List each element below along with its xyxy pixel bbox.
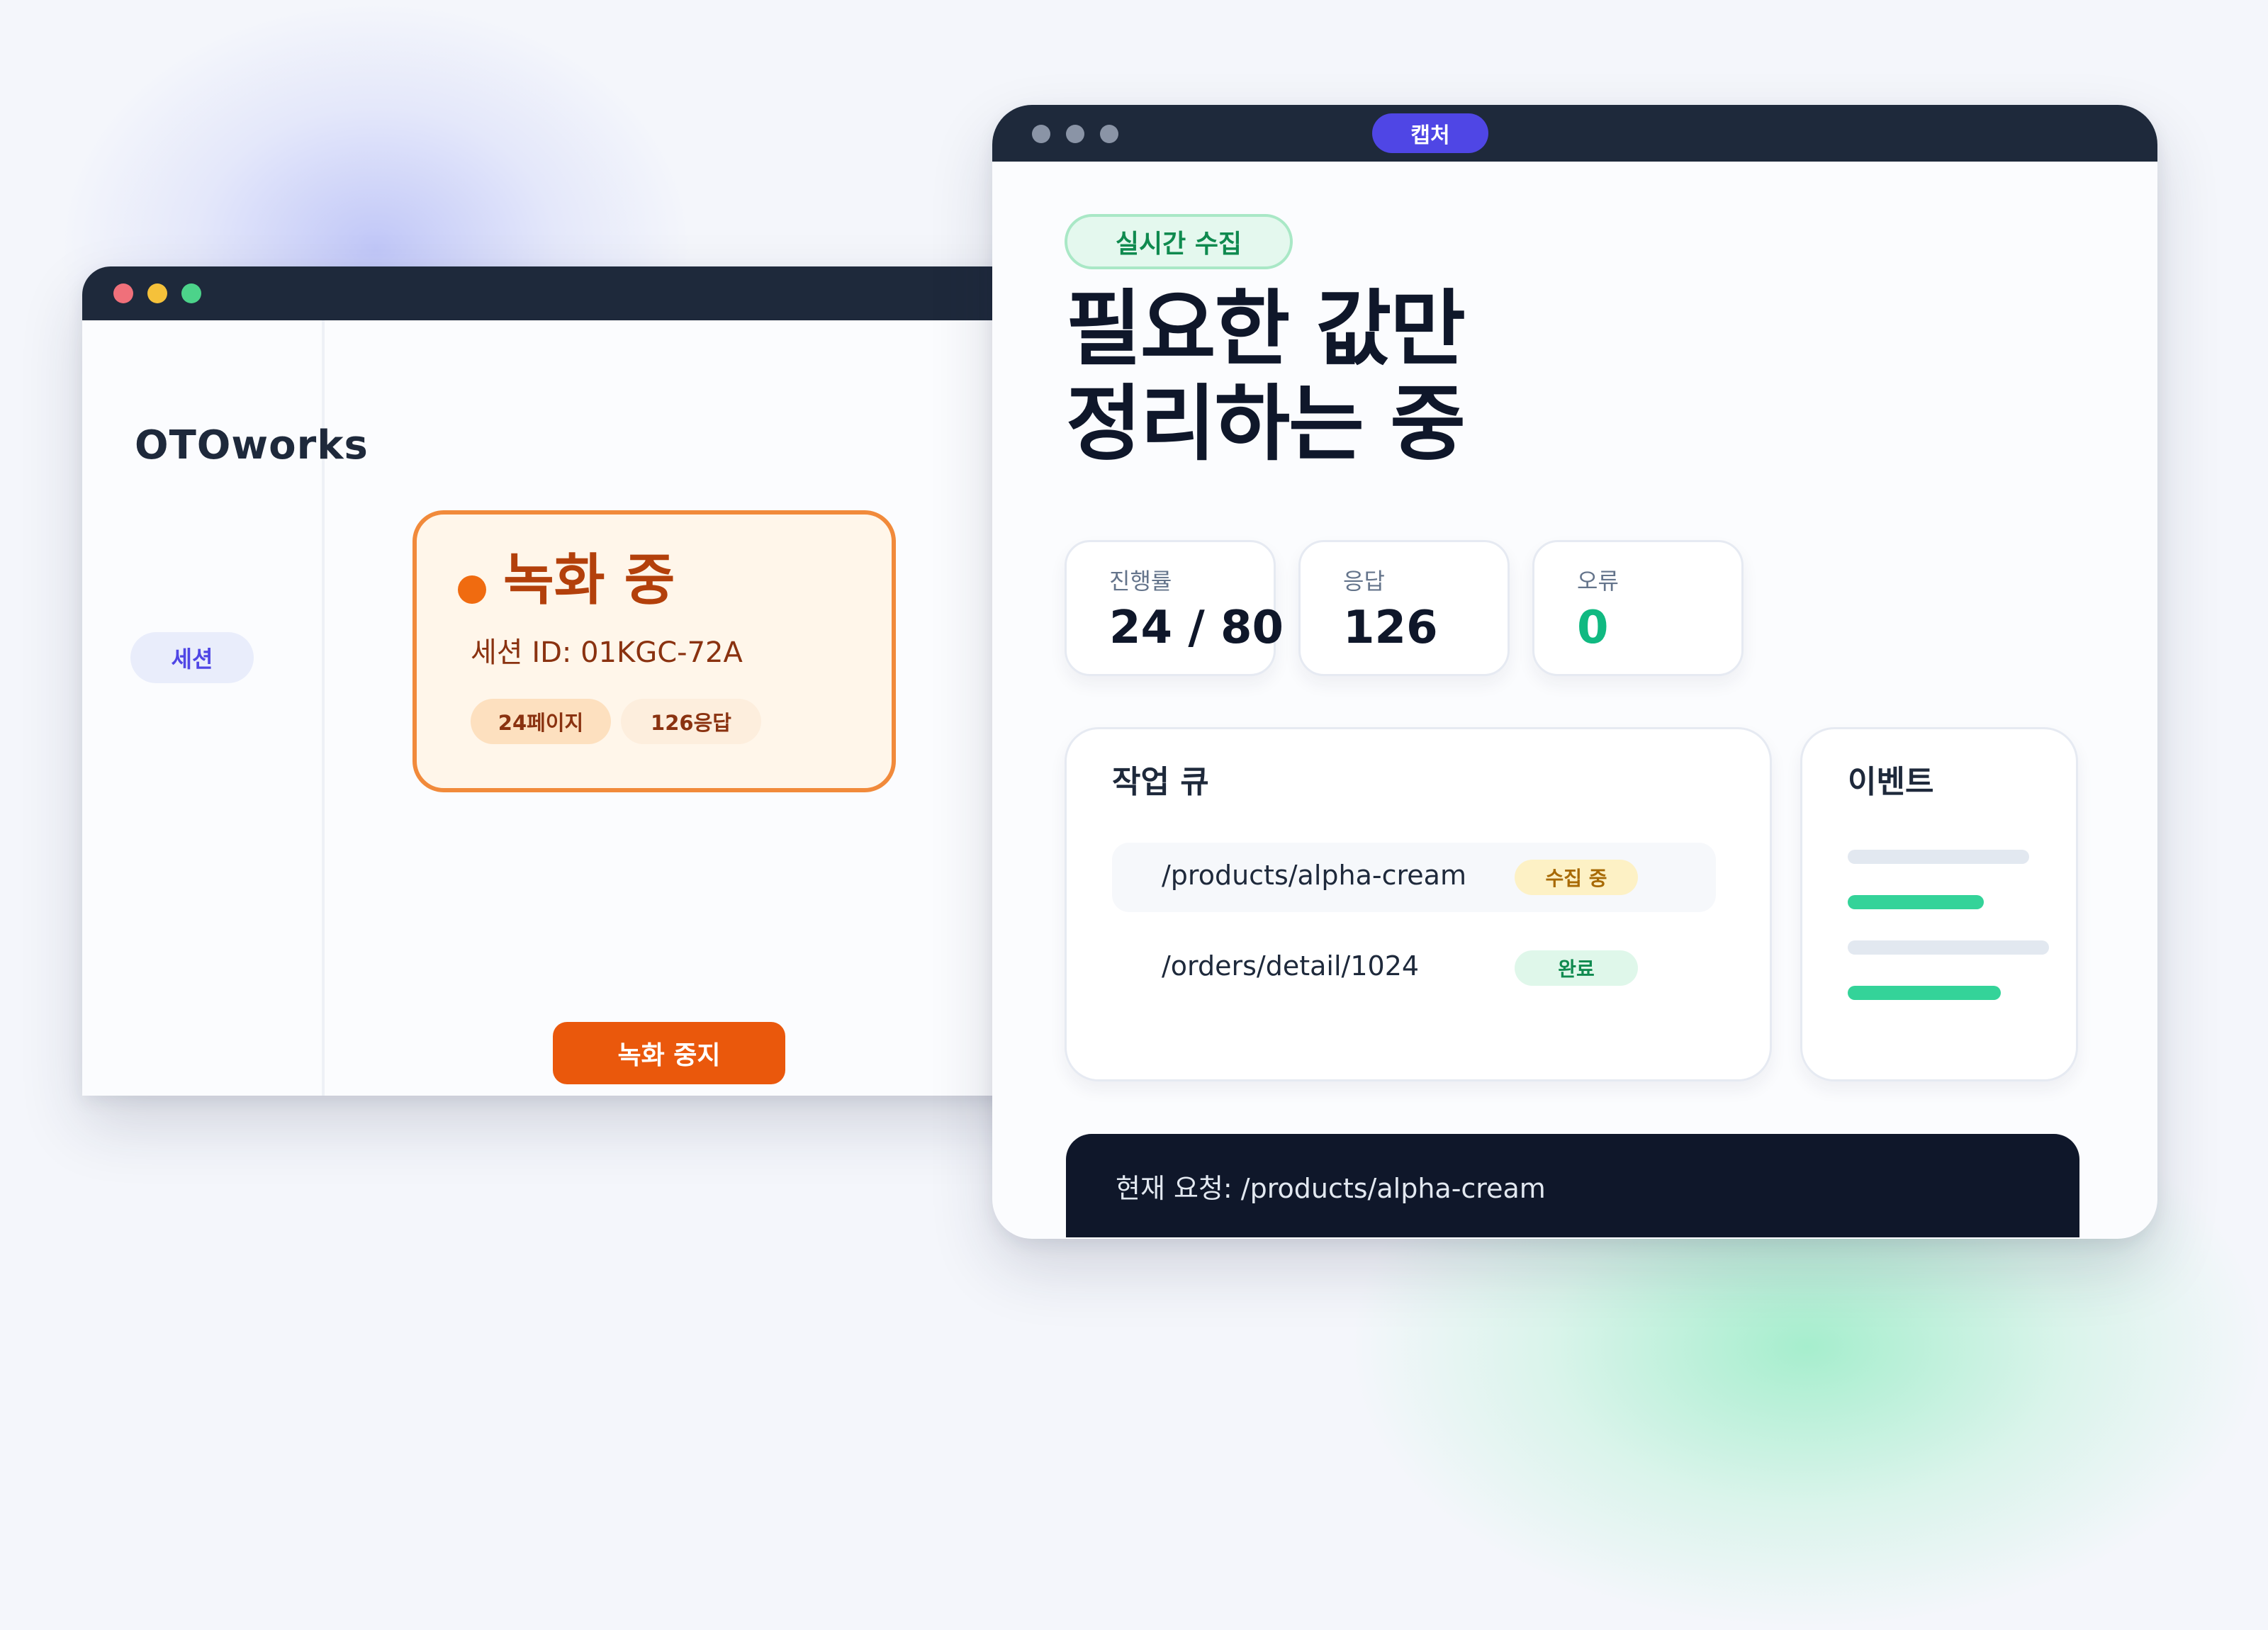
queue-row[interactable]: /products/alpha-cream 수집 중 [1112, 843, 1716, 912]
headline-line-1: 필요한 값만 [1066, 281, 1466, 377]
stat-value: 0 [1577, 602, 1609, 654]
capture-window: 캡처 실시간 수집 필요한 값만 정리하는 중 진행률 24 / 80 응답 1… [992, 105, 2157, 1239]
headline: 필요한 값만 정리하는 중 [1066, 281, 1466, 472]
stop-recording-button[interactable]: 녹화 중지 [553, 1022, 785, 1084]
events-title: 이벤트 [1848, 764, 1934, 800]
recorder-window: OTOworks 세션 녹화 중 세션 ID: 01KGC-72A 24페이지 … [82, 266, 1077, 1096]
stat-label: 응답 [1343, 568, 1385, 595]
capture-titlebar: 캡처 [992, 105, 2157, 162]
current-request-bar: 현재 요청: /products/alpha-cream [1066, 1134, 2079, 1237]
queue-row-path: /products/alpha-cream [1162, 860, 1466, 891]
queue-row[interactable]: /orders/detail/1024 완료 [1112, 933, 1716, 1003]
recorder-titlebar [82, 266, 1077, 320]
event-placeholder-line [1848, 940, 2049, 955]
close-dot-icon[interactable] [113, 283, 133, 303]
maximize-dot-icon[interactable] [1100, 125, 1118, 143]
events-panel: 이벤트 [1800, 727, 2078, 1081]
minimize-dot-icon[interactable] [1066, 125, 1084, 143]
queue-row-path: /orders/detail/1024 [1162, 950, 1420, 982]
responses-count-chip: 126응답 [621, 699, 761, 744]
pages-count-chip: 24페이지 [471, 699, 611, 744]
stat-value: 126 [1343, 602, 1438, 654]
maximize-dot-icon[interactable] [181, 283, 201, 303]
brand-logo: OTOworks [135, 422, 369, 468]
stat-card-errors: 오류 0 [1532, 540, 1744, 676]
session-id: 세션 ID: 01KGC-72A [471, 636, 743, 669]
job-queue-panel: 작업 큐 /products/alpha-cream 수집 중 /orders/… [1065, 727, 1772, 1081]
job-queue-title: 작업 큐 [1112, 764, 1209, 800]
event-success-line [1848, 986, 2001, 1000]
recording-title: 녹화 중 [503, 549, 675, 612]
recording-card: 녹화 중 세션 ID: 01KGC-72A 24페이지 126응답 [412, 510, 896, 792]
minimize-dot-icon[interactable] [147, 283, 167, 303]
stat-card-responses: 응답 126 [1298, 540, 1510, 676]
stat-card-progress: 진행률 24 / 80 [1065, 540, 1284, 676]
event-success-line [1848, 895, 1984, 909]
stat-label: 오류 [1577, 568, 1619, 595]
recording-indicator-icon [458, 575, 486, 604]
close-dot-icon[interactable] [1032, 125, 1050, 143]
capture-tab[interactable]: 캡처 [1372, 113, 1488, 153]
headline-line-2: 정리하는 중 [1066, 376, 1466, 472]
event-placeholder-line [1848, 850, 2029, 864]
live-collection-badge: 실시간 수집 [1065, 214, 1293, 269]
status-badge: 완료 [1515, 950, 1638, 986]
sidebar-item-session[interactable]: 세션 [130, 632, 254, 683]
stat-label: 진행률 [1109, 568, 1172, 595]
stat-value: 24 / 80 [1109, 602, 1284, 654]
status-badge: 수집 중 [1515, 860, 1638, 895]
